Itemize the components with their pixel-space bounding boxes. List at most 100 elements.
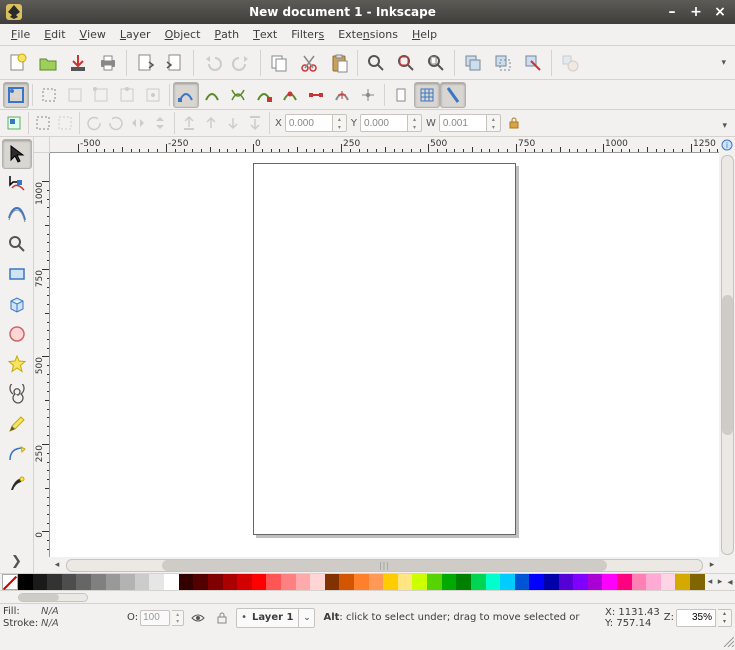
snap-page-border-button[interactable] — [388, 82, 414, 108]
palette-scroll-left[interactable]: ◂ — [705, 577, 715, 587]
color-swatch[interactable] — [339, 574, 354, 590]
color-swatch[interactable] — [661, 574, 676, 590]
window-close-button[interactable]: × — [713, 5, 727, 19]
width-input[interactable]: W ▴▾ — [426, 114, 501, 132]
color-swatch[interactable] — [398, 574, 413, 590]
color-swatch[interactable] — [544, 574, 559, 590]
snap-nodes-button[interactable] — [173, 82, 199, 108]
snap-line-midpoint-button[interactable] — [303, 82, 329, 108]
menu-object[interactable]: Object — [158, 26, 208, 43]
horizontal-scrollbar[interactable] — [66, 559, 703, 572]
color-swatch[interactable] — [62, 574, 77, 590]
color-swatch[interactable] — [559, 574, 574, 590]
color-swatch[interactable] — [281, 574, 296, 590]
menu-filters[interactable]: Filters — [284, 26, 331, 43]
raise-top-button[interactable] — [178, 112, 200, 134]
color-swatch[interactable] — [33, 574, 48, 590]
snap-grid-button[interactable] — [414, 82, 440, 108]
raise-button[interactable] — [200, 112, 222, 134]
lower-bottom-button[interactable] — [244, 112, 266, 134]
menu-help[interactable]: Help — [405, 26, 444, 43]
color-swatch[interactable] — [296, 574, 311, 590]
redo-button[interactable] — [227, 48, 257, 78]
color-swatch[interactable] — [442, 574, 457, 590]
zoom-selection-button[interactable] — [361, 48, 391, 78]
color-swatch[interactable] — [193, 574, 208, 590]
palette-scrollbar[interactable] — [18, 593, 88, 602]
snap-bbox-midpoint-button[interactable] — [114, 82, 140, 108]
snap-rotation-center-button[interactable] — [355, 82, 381, 108]
color-swatch[interactable] — [149, 574, 164, 590]
duplicate-button[interactable] — [458, 48, 488, 78]
zoom-tool[interactable] — [2, 229, 32, 259]
color-swatch[interactable] — [354, 574, 369, 590]
undo-button[interactable] — [197, 48, 227, 78]
spiral-tool[interactable] — [2, 379, 32, 409]
flip-horizontal-button[interactable] — [127, 112, 149, 134]
color-swatch[interactable] — [18, 574, 33, 590]
color-swatch[interactable] — [120, 574, 135, 590]
no-color-swatch[interactable] — [2, 574, 18, 590]
color-swatch[interactable] — [486, 574, 501, 590]
color-swatch[interactable] — [529, 574, 544, 590]
snap-bbox-corner-button[interactable] — [88, 82, 114, 108]
commands-toolbar-overflow[interactable]: ▾ — [715, 52, 732, 74]
snap-bbox-center-button[interactable] — [140, 82, 166, 108]
color-swatch[interactable] — [383, 574, 398, 590]
color-swatch[interactable] — [179, 574, 194, 590]
tweak-tool[interactable] — [2, 199, 32, 229]
color-swatch[interactable] — [632, 574, 647, 590]
save-document-button[interactable] — [63, 48, 93, 78]
import-button[interactable] — [130, 48, 160, 78]
menu-extensions[interactable]: Extensions — [331, 26, 405, 43]
color-swatch[interactable] — [412, 574, 427, 590]
group-button[interactable] — [555, 48, 585, 78]
snap-object-center-button[interactable] — [329, 82, 355, 108]
print-button[interactable] — [93, 48, 123, 78]
pencil-tool[interactable] — [2, 409, 32, 439]
color-swatch[interactable] — [515, 574, 530, 590]
guide-lock-button[interactable]: i — [719, 137, 735, 153]
color-swatch[interactable] — [646, 574, 661, 590]
color-swatch[interactable] — [500, 574, 515, 590]
color-swatch[interactable] — [106, 574, 121, 590]
color-swatch[interactable] — [135, 574, 150, 590]
color-swatch[interactable] — [76, 574, 91, 590]
window-resize-grip[interactable] — [722, 635, 734, 647]
color-swatch[interactable] — [602, 574, 617, 590]
zoom-drawing-button[interactable] — [391, 48, 421, 78]
layer-lock-toggle[interactable] — [212, 608, 232, 628]
paste-button[interactable] — [324, 48, 354, 78]
window-maximize-button[interactable]: + — [689, 5, 703, 19]
3dbox-tool[interactable] — [2, 289, 32, 319]
zoom-control[interactable]: Z: ▴▾ — [664, 609, 732, 627]
snap-guide-button[interactable] — [440, 82, 466, 108]
palette-menu-button[interactable]: ◂ — [725, 577, 735, 588]
clone-button[interactable] — [488, 48, 518, 78]
open-document-button[interactable] — [33, 48, 63, 78]
color-swatch[interactable] — [471, 574, 486, 590]
layer-selector[interactable]: • Layer 1 ⌄ — [236, 608, 315, 628]
color-swatch[interactable] — [208, 574, 223, 590]
vertical-ruler[interactable]: 10007505002500 — [34, 153, 50, 557]
snap-smooth-button[interactable] — [277, 82, 303, 108]
snap-path-intersect-button[interactable] — [225, 82, 251, 108]
lower-button[interactable] — [222, 112, 244, 134]
lock-width-height-button[interactable] — [503, 112, 525, 134]
color-swatch[interactable] — [164, 574, 179, 590]
layer-dropdown-arrow[interactable]: ⌄ — [298, 609, 314, 627]
snap-bbox-button[interactable] — [36, 82, 62, 108]
cut-button[interactable] — [294, 48, 324, 78]
horizontal-ruler[interactable]: -500-250025050075010001250 — [50, 137, 719, 153]
menu-edit[interactable]: Edit — [37, 26, 72, 43]
color-swatch[interactable] — [47, 574, 62, 590]
zoom-page-button[interactable] — [421, 48, 451, 78]
snap-cusp-button[interactable] — [251, 82, 277, 108]
export-button[interactable] — [160, 48, 190, 78]
deselect-button[interactable] — [54, 112, 76, 134]
color-swatch[interactable] — [427, 574, 442, 590]
snap-bbox-edge-button[interactable] — [62, 82, 88, 108]
color-swatch[interactable] — [223, 574, 238, 590]
copy-button[interactable] — [264, 48, 294, 78]
color-swatch[interactable] — [237, 574, 252, 590]
